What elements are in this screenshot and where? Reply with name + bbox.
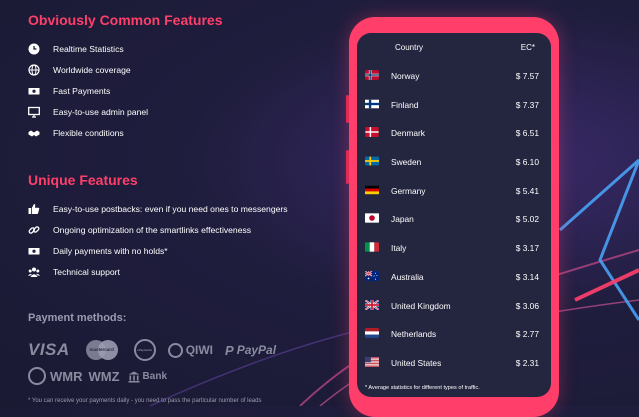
country-name: Japan xyxy=(391,214,414,225)
country-name: Denmark xyxy=(391,128,425,139)
country-name: Australia xyxy=(391,271,424,282)
webmoney-icon xyxy=(28,367,46,385)
norway-flag-icon xyxy=(365,70,379,80)
paypal-logo: P PayPal xyxy=(225,342,277,358)
sweden-flag-icon xyxy=(365,156,379,166)
country-name: United States xyxy=(391,357,442,368)
list-item: Ongoing optimization of the smartlinks e… xyxy=(28,220,288,241)
list-item-label: Daily payments with no holds* xyxy=(53,245,168,256)
table-row: Norway $ 7.57 xyxy=(357,61,551,90)
finland-flag-icon xyxy=(365,99,379,109)
ec-value: $ 7.37 xyxy=(515,99,539,110)
list-item: Easy-to-use postbacks: even if you need … xyxy=(28,199,288,220)
header-country: Country xyxy=(395,43,424,52)
bank-logo: Bank xyxy=(142,370,167,382)
table-row: United States $ 2.31 xyxy=(357,348,551,377)
table-row: Netherlands $ 2.77 xyxy=(357,319,551,348)
uk-flag-icon xyxy=(365,299,379,310)
list-item: Easy-to-use admin panel xyxy=(28,101,148,122)
ec-table-rows: Norway $ 7.57 Finland $ 7.37 Denmark $ 6… xyxy=(357,61,551,377)
header-ec: EC* xyxy=(520,43,535,52)
unique-features-title: Unique Features xyxy=(28,172,138,188)
country-name: Italy xyxy=(391,243,407,254)
money-icon xyxy=(28,245,40,257)
handshake-icon xyxy=(28,127,40,139)
italy-flag-icon xyxy=(365,242,379,252)
list-item-label: Easy-to-use postbacks: even if you need … xyxy=(53,204,288,215)
list-item-label: Realtime Statistics xyxy=(53,44,124,55)
usa-flag-icon xyxy=(365,356,379,367)
list-item-label: Fast Payments xyxy=(53,85,111,96)
australia-flag-icon xyxy=(365,270,379,281)
payment-methods-title: Payment methods: xyxy=(28,312,127,324)
table-footnote: * Average statistics for different types… xyxy=(365,385,480,391)
ec-table-screen: Country EC* Norway $ 7.57 Finland $ 7.37… xyxy=(357,33,551,397)
ec-value: $ 3.14 xyxy=(515,271,539,282)
list-item-label: Worldwide coverage xyxy=(53,65,131,76)
ec-value: $ 2.31 xyxy=(515,357,539,368)
ec-value: $ 5.02 xyxy=(515,214,539,225)
country-name: Norway xyxy=(391,71,420,81)
table-row: United Kingdom $ 3.06 xyxy=(357,291,551,320)
list-item: Technical support xyxy=(28,261,288,282)
table-row: Sweden $ 6.10 xyxy=(357,147,551,176)
list-item: Realtime Statistics xyxy=(28,39,148,60)
unique-features-list: Easy-to-use postbacks: even if you need … xyxy=(28,199,288,282)
germany-flag-icon xyxy=(365,185,379,195)
country-name: United Kingdom xyxy=(391,300,451,311)
table-row: Denmark $ 6.51 xyxy=(357,118,551,147)
table-row: Italy $ 3.17 xyxy=(357,233,551,262)
list-item: Worldwide coverage xyxy=(28,60,148,81)
list-item-label: Flexible conditions xyxy=(53,127,124,138)
cash-icon xyxy=(28,85,40,97)
phone-side-button xyxy=(346,95,349,123)
country-name: Finland xyxy=(391,99,419,110)
visa-logo: VISA xyxy=(28,340,70,359)
country-name: Germany xyxy=(391,185,426,196)
list-item: Daily payments with no holds* xyxy=(28,241,288,262)
common-features-list: Realtime Statistics Worldwide coverage F… xyxy=(28,39,148,143)
link-icon xyxy=(28,224,40,236)
table-row: Germany $ 5.41 xyxy=(357,176,551,205)
country-name: Sweden xyxy=(391,157,422,168)
list-item-label: Easy-to-use admin panel xyxy=(53,106,149,117)
table-row: Australia $ 3.14 xyxy=(357,262,551,291)
users-icon xyxy=(28,266,40,278)
payment-methods-row: VISA mastercard ePayments QIWI P PayPal xyxy=(28,339,276,361)
country-name: Netherlands xyxy=(391,329,437,340)
table-row: Japan $ 5.02 xyxy=(357,204,551,233)
list-item: Flexible conditions xyxy=(28,122,148,143)
wmr-logo: WMR xyxy=(50,368,83,384)
ec-value: $ 3.17 xyxy=(515,243,539,254)
payment-methods-row: WMR WMZ Bank xyxy=(28,367,167,385)
phone-side-button xyxy=(346,150,349,184)
monitor-icon xyxy=(28,106,40,118)
japan-flag-icon xyxy=(365,213,379,224)
ec-value: $ 3.06 xyxy=(515,300,539,311)
ec-value: $ 6.10 xyxy=(515,157,539,168)
list-item: Fast Payments xyxy=(28,81,148,102)
ec-value: $ 2.77 xyxy=(515,329,539,340)
netherlands-flag-icon xyxy=(365,328,379,339)
list-item-label: Technical support xyxy=(53,266,120,277)
denmark-flag-icon xyxy=(365,127,379,138)
ec-value: $ 5.41 xyxy=(515,185,539,196)
table-header: Country EC* xyxy=(357,33,551,61)
globe-icon xyxy=(28,64,40,76)
qiwi-logo: QIWI xyxy=(167,342,213,358)
clock-icon xyxy=(28,43,40,55)
epayments-logo: ePayments xyxy=(133,339,156,361)
common-features-title: Obviously Common Features xyxy=(28,12,223,28)
wmz-logo: WMZ xyxy=(88,368,120,384)
ec-value: $ 7.57 xyxy=(515,71,539,81)
ec-value: $ 6.51 xyxy=(515,128,539,139)
bank-icon xyxy=(128,370,140,383)
table-row: Finland $ 7.37 xyxy=(357,90,551,119)
list-item-label: Ongoing optimization of the smartlinks e… xyxy=(53,225,252,236)
thumbs-up-icon xyxy=(28,203,40,215)
payment-footnote: * You can receive your payments daily - … xyxy=(28,398,262,404)
mastercard-logo: mastercard xyxy=(84,340,120,360)
